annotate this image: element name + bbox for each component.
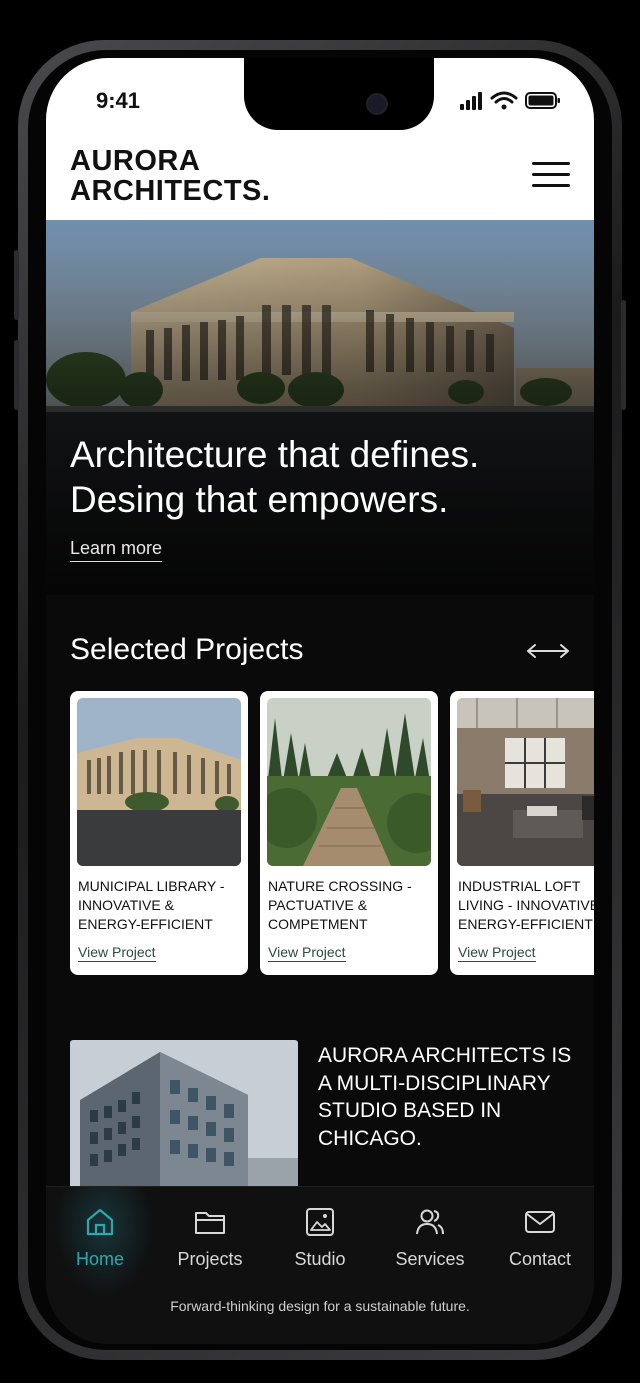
folder-icon (195, 1212, 225, 1234)
brand-line-1: AURORA (70, 145, 201, 177)
mail-icon (525, 1211, 555, 1233)
hero-headline: Architecture that defines. Desing that e… (70, 432, 580, 522)
nav-label: Studio (294, 1249, 346, 1269)
project-caption: NATURE CROSSING - PACTUATIVE & COMPETMEN… (268, 878, 412, 932)
project-thumbnail (77, 698, 241, 866)
nav-item-contact[interactable]: Contact (490, 1205, 590, 1275)
nav-label: Contact (508, 1249, 572, 1269)
wifi-icon (490, 91, 518, 110)
volume-button (14, 250, 19, 320)
volume-button (14, 340, 19, 410)
hero-headline-line-1: Architecture that defines. (70, 434, 480, 475)
home-icon (86, 1208, 114, 1236)
nav-label: Services (395, 1249, 465, 1269)
hamburger-menu-icon[interactable] (532, 162, 570, 190)
learn-more-link[interactable]: Learn more (70, 538, 163, 562)
battery-icon (525, 92, 560, 109)
projects-carousel[interactable]: MUNICIPAL LIBRARY - INNOVATIVE & ENERGY-… (70, 691, 594, 976)
project-card[interactable]: MUNICIPAL LIBRARY - INNOVATIVE & ENERGY-… (70, 691, 248, 975)
view-project-link[interactable]: View Project (78, 944, 156, 962)
power-button (621, 300, 626, 410)
brand-line-2: ARCHITECTS. (70, 175, 271, 207)
camera-icon (366, 93, 388, 115)
app-header: 9:41 AURORA ARCHITECTS. (46, 58, 594, 220)
app-screen: 9:41 AURORA ARCHITECTS. Architecture tha… (46, 58, 594, 1344)
double-arrow-icon[interactable] (524, 640, 572, 662)
nav-item-home[interactable]: Home (50, 1205, 150, 1275)
nav-label: Projects (177, 1249, 243, 1269)
bottom-navigation: Home Projects Studio Services Contact (46, 1186, 594, 1344)
section-title: Selected Projects (70, 633, 304, 666)
people-icon (416, 1209, 444, 1235)
nav-item-studio[interactable]: Studio (270, 1205, 370, 1275)
studio-description: AURORA ARCHITECTS IS A MULTI-DISCIPLINAR… (318, 1044, 572, 1150)
notch (244, 58, 434, 130)
project-thumbnail (267, 698, 431, 866)
signal-icon (460, 92, 482, 110)
view-project-link[interactable]: View Project (458, 944, 536, 962)
brand-logo[interactable]: AURORA ARCHITECTS. (70, 146, 270, 206)
nav-label: Home (75, 1249, 124, 1269)
nav-item-services[interactable]: Services (380, 1205, 480, 1275)
status-time: 9:41 (96, 88, 141, 113)
hero-section: Architecture that defines. Desing that e… (46, 220, 594, 595)
project-thumbnail (457, 698, 594, 866)
studio-building-image (70, 1040, 298, 1190)
status-icons (460, 91, 560, 110)
image-icon (306, 1208, 334, 1236)
project-card[interactable]: NATURE CROSSING - PACTUATIVE & COMPETMEN… (260, 691, 438, 975)
project-caption: INDUSTRIAL LOFT LIVING - INNOVATIVE ENER… (458, 878, 594, 932)
hero-headline-line-2: Desing that empowers. (70, 479, 449, 520)
footer-tagline: Forward-thinking design for a sustainabl… (170, 1298, 470, 1314)
project-caption: MUNICIPAL LIBRARY - INNOVATIVE & ENERGY-… (78, 878, 225, 932)
nav-item-projects[interactable]: Projects (160, 1205, 260, 1275)
view-project-link[interactable]: View Project (268, 944, 346, 962)
project-card[interactable]: INDUSTRIAL LOFT LIVING - INNOVATIVE ENER… (450, 691, 594, 975)
